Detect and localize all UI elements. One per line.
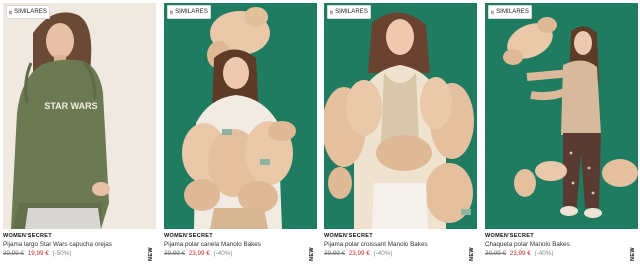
similar-items-button[interactable]: SIMILARES <box>6 5 50 19</box>
similar-items-button[interactable]: SIMILARES <box>327 5 371 19</box>
product-name[interactable]: Pijama polar croissant Manolo Bakes <box>324 240 477 249</box>
similar-items-icon <box>330 10 334 14</box>
product-name[interactable]: Pijama polar canela Manolo Bakes <box>164 240 317 249</box>
price-row: 39,99 € 23,99 € (-40%) <box>164 249 317 258</box>
similar-items-label: SIMILARES <box>14 9 47 15</box>
product-info: WOMEN'SECRET Pijama polar canela Manolo … <box>164 232 317 258</box>
similar-items-icon <box>491 10 495 14</box>
similar-items-icon <box>170 10 174 14</box>
product-card[interactable]: STAR WARS SIMILARES NEW WOMEN'SECRET Pij… <box>3 3 156 265</box>
original-price: 39,99 € <box>485 250 507 257</box>
product-image[interactable] <box>485 3 638 229</box>
product-name[interactable]: Pijama largo Star Wars capucha orejas <box>3 240 156 249</box>
original-price: 39,99 € <box>164 250 186 257</box>
similar-items-label: SIMILARES <box>335 9 368 15</box>
discount-label: (-40%) <box>534 250 554 257</box>
product-card[interactable]: SIMILARES NEW WOMEN'SECRET Pijama polar … <box>324 3 477 265</box>
discount-label: (-40%) <box>373 250 393 257</box>
brand-name: WOMEN'SECRET <box>3 233 52 239</box>
similar-items-button[interactable]: SIMILARES <box>488 5 532 19</box>
brand-name: WOMEN'SECRET <box>164 233 213 239</box>
original-price: 39,99 € <box>3 250 25 257</box>
product-grid: STAR WARS SIMILARES NEW WOMEN'SECRET Pij… <box>0 0 640 265</box>
price-row: 39,99 € 19,99 € (-50%) <box>3 249 156 258</box>
sale-price: 23,99 € <box>348 250 370 257</box>
brand-name: WOMEN'SECRET <box>485 233 534 239</box>
discount-label: (-40%) <box>213 250 233 257</box>
product-name[interactable]: Chaqueta polar Manolo Bakes <box>485 240 638 249</box>
original-price: 39,99 € <box>324 250 346 257</box>
product-info: WOMEN'SECRET Pijama largo Star Wars capu… <box>3 232 156 258</box>
product-image[interactable] <box>164 3 317 229</box>
brand-name: WOMEN'SECRET <box>324 233 373 239</box>
sale-price: 23,99 € <box>509 250 531 257</box>
product-card[interactable]: SIMILARES NEW WOMEN'SECRET Chaqueta pola… <box>485 3 638 265</box>
sale-price: 19,99 € <box>27 250 49 257</box>
price-row: 39,99 € 23,99 € (-40%) <box>324 249 477 258</box>
similar-items-icon <box>9 10 13 14</box>
product-image[interactable] <box>324 3 477 229</box>
product-info: WOMEN'SECRET Chaqueta polar Manolo Bakes… <box>485 232 638 258</box>
product-info: WOMEN'SECRET Pijama polar croissant Mano… <box>324 232 477 258</box>
similar-items-label: SIMILARES <box>175 9 208 15</box>
product-card[interactable]: SIMILARES NEW WOMEN'SECRET Pijama polar … <box>164 3 317 265</box>
discount-label: (-50%) <box>52 250 72 257</box>
star-wars-print: STAR WARS <box>44 101 97 111</box>
price-row: 39,99 € 23,99 € (-40%) <box>485 249 638 258</box>
product-image[interactable]: STAR WARS <box>3 3 156 229</box>
similar-items-label: SIMILARES <box>496 9 529 15</box>
sale-price: 23,99 € <box>188 250 210 257</box>
similar-items-button[interactable]: SIMILARES <box>167 5 211 19</box>
